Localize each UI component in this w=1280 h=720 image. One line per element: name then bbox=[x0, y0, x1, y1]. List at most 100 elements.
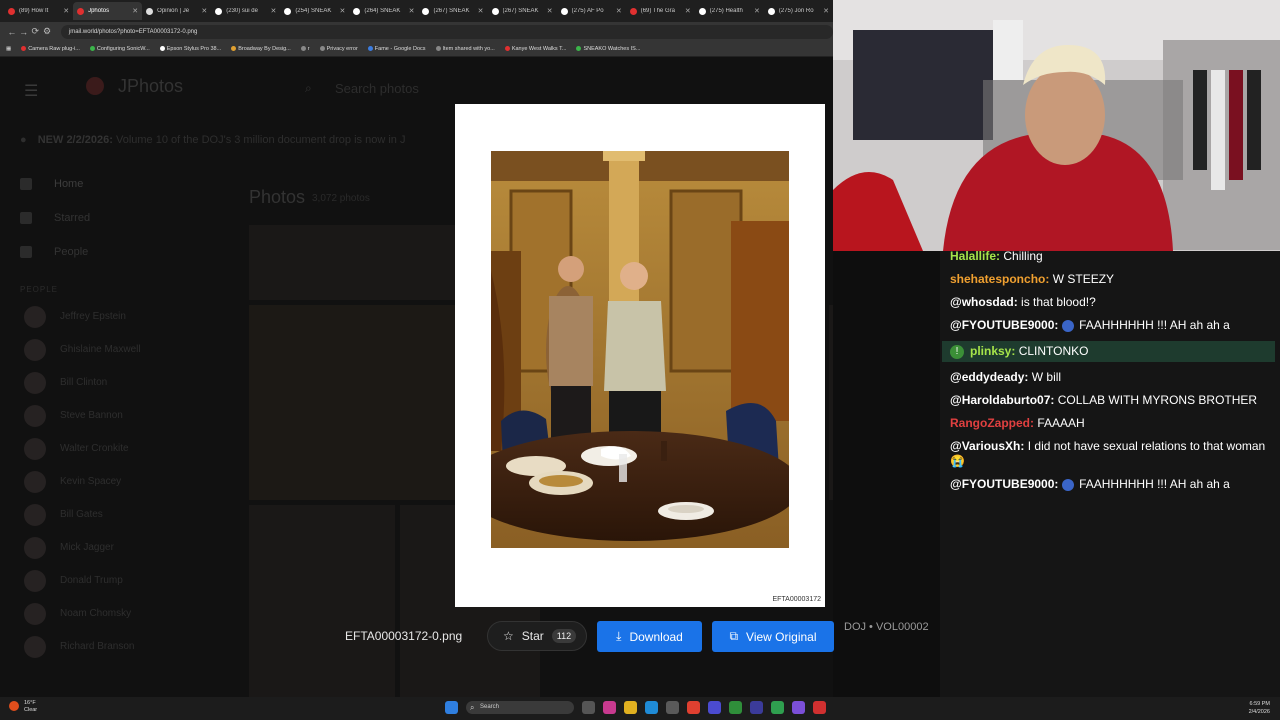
avatar bbox=[24, 404, 46, 427]
sidebar-person-item[interactable]: Steve Bannon bbox=[0, 399, 215, 432]
screen: (89) How It ✕ Jphotos ✕ Opinion | Je ✕ (230) s… bbox=[0, 0, 1280, 720]
chat-username: RangoZapped: bbox=[950, 416, 1034, 430]
close-tab-icon[interactable]: ✕ bbox=[547, 7, 553, 15]
close-tab-icon[interactable]: ✕ bbox=[132, 7, 138, 15]
photo-thumbnail[interactable] bbox=[249, 505, 395, 697]
person-name: Bill Gates bbox=[60, 509, 103, 520]
app-icon[interactable] bbox=[813, 701, 826, 714]
copilot-icon[interactable] bbox=[603, 701, 616, 714]
chat-text: FAAHHHHHH !!! AH ah ah a bbox=[1079, 318, 1230, 332]
back-icon[interactable]: ← bbox=[6, 27, 18, 37]
download-button[interactable]: ⤓ Download bbox=[597, 621, 702, 652]
sidebar-person-item[interactable]: Bill Gates bbox=[0, 498, 215, 531]
sidebar-person-item[interactable]: Jeffrey Epstein bbox=[0, 300, 215, 333]
search-icon: ⌕ bbox=[305, 81, 312, 95]
app-icon[interactable] bbox=[708, 701, 721, 714]
bookmark-label: Fame - Google Docs bbox=[374, 45, 426, 52]
site-info-icon[interactable]: ⚙ bbox=[41, 26, 53, 37]
sidebar-person-item[interactable]: Bill Clinton bbox=[0, 366, 215, 399]
sidebar-person-item[interactable]: Richard Branson bbox=[0, 630, 215, 663]
close-tab-icon[interactable]: ✕ bbox=[63, 7, 69, 15]
sidebar-person-item[interactable]: Mick Jagger bbox=[0, 531, 215, 564]
tab-title: (275) Health bbox=[709, 8, 743, 14]
browser-tab[interactable]: Opinion | Je ✕ bbox=[142, 2, 211, 20]
edge-icon[interactable] bbox=[645, 701, 658, 714]
browser-tab[interactable]: (230) sui de ✕ bbox=[211, 2, 280, 20]
sidebar-person-item[interactable]: Ghislaine Maxwell bbox=[0, 333, 215, 366]
browser-tab[interactable]: (275) Health ✕ bbox=[695, 2, 764, 20]
file-explorer-icon[interactable] bbox=[624, 701, 637, 714]
bookmark-item[interactable]: Kanye West Walks T... bbox=[504, 46, 566, 52]
chrome-icon[interactable] bbox=[687, 701, 700, 714]
url-field[interactable]: jmail.world/photos?photo=EFTA00003172-0.… bbox=[60, 24, 833, 39]
bookmark-item[interactable]: Camera Raw plug-i... bbox=[21, 46, 80, 52]
bookmark-item[interactable]: Epson Stylus Pro 38... bbox=[159, 46, 221, 52]
browser-tab[interactable]: (254) SNEAK ✕ bbox=[280, 2, 349, 20]
star-outline-icon: ☆ bbox=[503, 629, 514, 643]
task-view-icon[interactable] bbox=[582, 701, 595, 714]
photo-thumbnail[interactable] bbox=[249, 225, 455, 300]
bookmark-item[interactable]: Configuring SonicW... bbox=[89, 45, 150, 52]
windows-start-icon[interactable] bbox=[445, 701, 458, 714]
chat-text: Chilling bbox=[1003, 249, 1043, 263]
photo-viewer-modal: EFTA00003172 bbox=[455, 104, 825, 607]
sidebar-person-item[interactable]: Kevin Spacey bbox=[0, 465, 215, 498]
browser-tab[interactable]: (275) Jon Ro ✕ bbox=[764, 2, 833, 20]
xbox-icon[interactable] bbox=[729, 701, 742, 714]
close-tab-icon[interactable]: ✕ bbox=[409, 7, 415, 15]
sidebar-item-starred[interactable]: Starred bbox=[0, 201, 215, 235]
taskbar-search[interactable]: Search bbox=[466, 701, 574, 714]
browser-tab[interactable]: (275) AF Po ✕ bbox=[557, 2, 626, 20]
bookmark-item[interactable]: Privacy error bbox=[319, 46, 358, 52]
app-icon[interactable] bbox=[750, 701, 763, 714]
close-tab-icon[interactable]: ✕ bbox=[616, 7, 622, 15]
sidebar-person-item[interactable]: Noam Chomsky bbox=[0, 597, 215, 630]
app-logo[interactable]: JPhotos bbox=[118, 76, 183, 97]
search-input[interactable]: Search photos bbox=[335, 81, 419, 96]
browser-tab[interactable]: (89) How It ✕ bbox=[4, 2, 73, 20]
reload-icon[interactable]: ⟳ bbox=[29, 26, 41, 37]
system-clock[interactable]: 6:59 PM 2/4/2026 bbox=[1249, 700, 1270, 716]
forward-icon[interactable]: → bbox=[18, 27, 30, 37]
people-section-heading: PEOPLE bbox=[20, 285, 59, 294]
bookmark-label: Item shared with yo... bbox=[442, 45, 495, 52]
bookmark-item[interactable]: Broadway By Desig... bbox=[231, 46, 291, 52]
bookmark-favicon-icon bbox=[319, 46, 325, 51]
browser-tab[interactable]: (267) SNEAK ✕ bbox=[488, 2, 557, 20]
bookmark-label: Configuring SonicW... bbox=[96, 45, 150, 52]
view-original-button[interactable]: ⧉ View Original bbox=[712, 621, 834, 652]
tab-title: Opinion | Je bbox=[157, 8, 190, 14]
weather-widget[interactable]: 16°F Clear bbox=[24, 700, 37, 714]
close-tab-icon[interactable]: ✕ bbox=[754, 7, 760, 15]
bookmark-item[interactable]: r bbox=[300, 46, 310, 52]
tab-title: (254) SNEAK bbox=[295, 8, 332, 14]
apps-icon[interactable]: ▦ bbox=[6, 46, 11, 52]
star-button[interactable]: ☆ Star 112 bbox=[487, 621, 587, 651]
banner-text[interactable]: Volume 10 of the DOJ's 3 million documen… bbox=[116, 134, 405, 146]
sidebar-item-home[interactable]: Home bbox=[0, 167, 215, 201]
avatar bbox=[24, 536, 46, 559]
close-tab-icon[interactable]: ✕ bbox=[340, 7, 346, 15]
discord-icon[interactable] bbox=[792, 701, 805, 714]
sidebar-person-item[interactable]: Donald Trump bbox=[0, 564, 215, 597]
bookmark-item[interactable]: SNEAKO Watches IS... bbox=[576, 46, 640, 52]
bookmark-item[interactable]: Item shared with yo... bbox=[435, 45, 495, 52]
close-tab-icon[interactable]: ✕ bbox=[201, 7, 207, 15]
bookmark-item[interactable]: Fame - Google Docs bbox=[367, 45, 426, 52]
chat-username: shehatesponcho: bbox=[950, 272, 1050, 286]
browser-tab[interactable]: (69) The Gra ✕ bbox=[626, 2, 695, 20]
browser-tab[interactable]: (267) SNEAK ✕ bbox=[418, 2, 487, 20]
close-tab-icon[interactable]: ✕ bbox=[685, 7, 691, 15]
close-tab-icon[interactable]: ✕ bbox=[478, 7, 484, 15]
store-icon[interactable] bbox=[666, 701, 679, 714]
menu-icon[interactable]: ☰ bbox=[24, 81, 38, 101]
browser-tab[interactable]: Jphotos ✕ bbox=[73, 2, 143, 20]
app-icon[interactable] bbox=[771, 701, 784, 714]
close-tab-icon[interactable]: ✕ bbox=[270, 7, 276, 15]
photo-thumbnail[interactable] bbox=[249, 305, 455, 500]
close-tab-icon[interactable]: ✕ bbox=[823, 7, 829, 15]
photo-thumbnail[interactable] bbox=[829, 305, 833, 500]
sidebar-person-item[interactable]: Walter Cronkite bbox=[0, 432, 215, 465]
browser-tab[interactable]: (264) SNEAK ✕ bbox=[349, 2, 418, 20]
sidebar-item-people[interactable]: People bbox=[0, 235, 215, 269]
